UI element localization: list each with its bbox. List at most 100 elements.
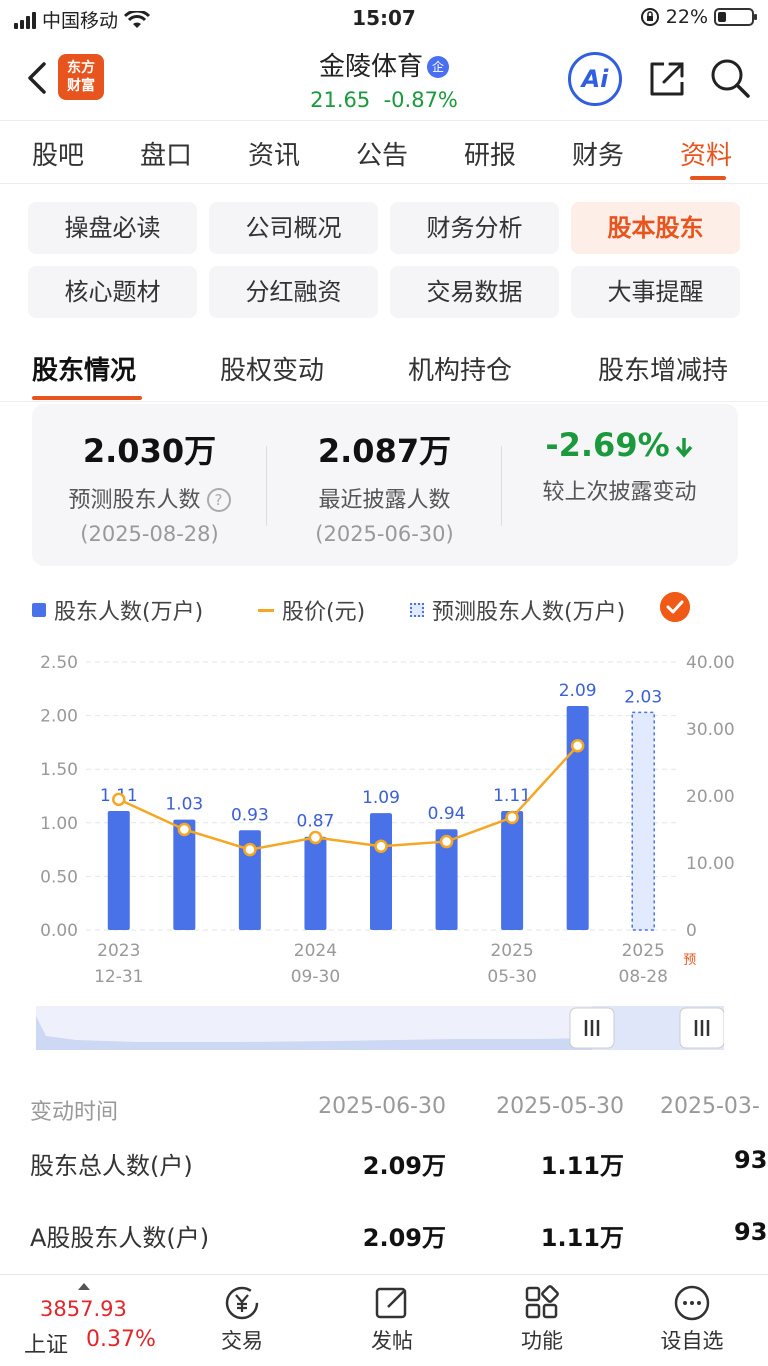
data-label: 0.93: [231, 805, 269, 825]
y-right-tick: 10.00: [686, 854, 735, 874]
nav-watchlist[interactable]: 设自选: [642, 1283, 742, 1355]
header-cell: 变动时间: [30, 1100, 119, 1125]
price-point: [374, 839, 388, 853]
price-point: [243, 842, 257, 857]
grid-icon: [525, 1285, 559, 1319]
legend-holders[interactable]: 股东人数(万户): [32, 594, 203, 626]
nav-post[interactable]: 发帖: [342, 1283, 442, 1355]
bar-forecast: [631, 711, 655, 931]
row-label: A股股东人数(户): [30, 1224, 210, 1252]
ai-assistant-button[interactable]: Ai: [568, 52, 622, 106]
yuan-exchange-icon: [225, 1286, 259, 1320]
table-cell: 2.09万: [362, 1224, 446, 1252]
table-cell: 93: [734, 1146, 768, 1174]
shareholder-chart[interactable]: 0.00 0.50 1.00 1.50 2.00 2.50 0 10.00 20.00 30.00…: [0, 640, 768, 1000]
edit-icon: [375, 1287, 407, 1319]
nav-label: 发帖: [371, 1329, 413, 1353]
table-cell: 1.11万: [540, 1224, 624, 1252]
y-right-tick: 0: [686, 921, 697, 941]
subtab-institutions[interactable]: 机构持仓: [408, 350, 512, 387]
tab-finance[interactable]: 财务: [572, 135, 624, 172]
summary-label: 最近披露人数: [318, 488, 451, 513]
tab-announcements[interactable]: 公告: [356, 135, 408, 172]
shareholder-summary-card: 2.030万 预测股东人数? (2025-08-28) 2.087万 最近披露人…: [32, 404, 738, 566]
table-row: 股东总人数(户) 2.09万 1.11万 93: [0, 1146, 768, 1196]
header-cell: 2025-03-: [660, 1094, 760, 1119]
tab-guba[interactable]: 股吧: [32, 135, 84, 172]
tab-pankou[interactable]: 盘口: [140, 135, 192, 172]
main-tab-bar: 股吧 盘口 资讯 公告 研报 财务 资料: [0, 120, 768, 184]
btn-trading-essentials[interactable]: 操盘必读: [28, 202, 197, 254]
rotation-lock-icon: [640, 8, 659, 26]
price-point: [570, 739, 585, 753]
legend-label: 股价(元): [282, 600, 366, 625]
legend-label: 预测股东人数(万户): [432, 600, 626, 625]
table-cell: 93: [734, 1218, 768, 1246]
tab-profile[interactable]: 资料: [680, 135, 732, 172]
subtab-shareholders[interactable]: 股东情况: [32, 350, 136, 387]
line-swatch: [258, 608, 274, 612]
price-point: [112, 792, 126, 807]
btn-shareholders[interactable]: 股本股东: [571, 202, 740, 254]
bar-shareholders: [370, 813, 392, 930]
shareholder-sub-tabs: 股东情况 股权变动 机构持仓 股东增减持: [0, 340, 768, 402]
nav-label: 功能: [521, 1329, 563, 1353]
x-tick-year: 2025: [490, 941, 533, 961]
stock-price: 21.65: [310, 88, 371, 112]
legend-forecast[interactable]: 预测股东人数(万户): [410, 594, 625, 626]
battery-icon: [714, 8, 757, 26]
btn-events[interactable]: 大事提醒: [571, 266, 740, 318]
header-cell: 2025-06-30: [318, 1094, 446, 1119]
legend-price[interactable]: 股价(元): [258, 594, 365, 626]
summary-change: -2.69% 较上次披露变动: [502, 404, 737, 506]
data-label: 0.94: [428, 804, 466, 824]
btn-financial-analysis[interactable]: 财务分析: [390, 202, 559, 254]
y-right-tick: 30.00: [686, 720, 735, 740]
price-point: [505, 810, 519, 825]
nav-functions[interactable]: 功能: [492, 1283, 592, 1355]
summary-value: -2.69%: [502, 426, 737, 464]
summary-latest: 2.087万 最近披露人数 (2025-06-30): [267, 404, 502, 546]
x-tick-year: 2023: [97, 941, 140, 961]
subtab-holdings-changes[interactable]: 股东增减持: [598, 350, 728, 387]
nav-label: 交易: [221, 1329, 263, 1353]
bar-swatch: [32, 603, 46, 617]
subtab-equity-changes[interactable]: 股权变动: [220, 350, 324, 387]
nav-trade[interactable]: 交易: [192, 1283, 292, 1355]
y-left-tick: 2.00: [40, 707, 78, 727]
tab-research[interactable]: 研报: [464, 135, 516, 172]
btn-core-themes[interactable]: 核心题材: [28, 266, 197, 318]
btn-company-overview[interactable]: 公司概况: [209, 202, 378, 254]
nav-label: 设自选: [660, 1329, 724, 1353]
x-tick-date: 12-31: [94, 967, 143, 987]
x-tick-date: 08-28: [619, 967, 668, 987]
y-left-tick: 0.50: [40, 867, 78, 887]
range-slider[interactable]: [36, 1006, 724, 1050]
index-name: 上证: [24, 1333, 69, 1358]
checkmark-icon[interactable]: [660, 592, 690, 622]
summary-value: 2.087万: [317, 432, 452, 470]
header-cell: 2025-05-30: [496, 1094, 624, 1119]
status-bar: 中国移动 15:07 22%: [0, 0, 768, 40]
help-icon[interactable]: ?: [206, 488, 231, 512]
btn-dividends[interactable]: 分红融资: [209, 266, 378, 318]
btn-trading-data[interactable]: 交易数据: [390, 266, 559, 318]
x-tick-year: 2025: [622, 941, 665, 961]
tab-news[interactable]: 资讯: [248, 135, 300, 172]
table-cell: 2.09万: [362, 1152, 446, 1180]
forecast-mark: 预: [683, 953, 696, 968]
more-dots-icon: [674, 1285, 710, 1321]
data-label: 2.09: [559, 681, 597, 701]
y-right-tick: 40.00: [686, 653, 735, 673]
search-icon[interactable]: [708, 56, 752, 100]
data-label: 0.87: [297, 812, 335, 832]
index-value: 3857.93: [40, 1297, 127, 1321]
summary-date: (2025-08-28): [80, 522, 219, 546]
active-tab-underline: [690, 176, 726, 180]
summary-date: (2025-06-30): [315, 522, 454, 546]
row-label: 股东总人数(户): [30, 1152, 193, 1180]
share-icon[interactable]: [646, 58, 688, 100]
dashed-swatch: [410, 603, 424, 617]
y-left-tick: 0.00: [40, 921, 78, 941]
y-left-tick: 2.50: [40, 653, 78, 673]
